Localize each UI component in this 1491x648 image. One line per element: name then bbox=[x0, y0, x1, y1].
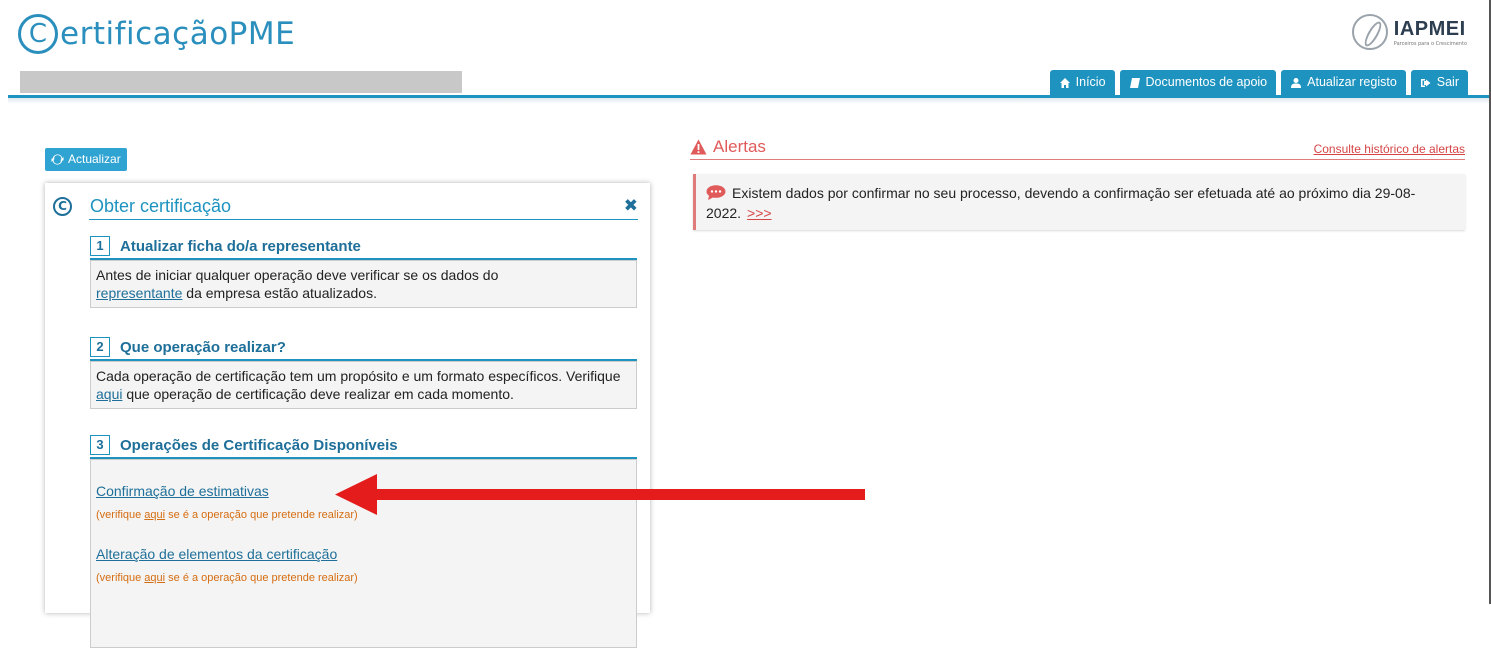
step-title: Operações de Certificação Disponíveis bbox=[120, 436, 398, 454]
user-icon bbox=[1291, 77, 1302, 88]
nav-sair-button[interactable]: Sair bbox=[1410, 70, 1468, 95]
warning-icon bbox=[690, 139, 707, 155]
step-3: 3 Operações de Certificação Disponíveis … bbox=[90, 433, 637, 648]
partner-logo: IAPMEI Parceiros para o Crescimento bbox=[1351, 14, 1467, 50]
nav-label: Atualizar registo bbox=[1307, 75, 1397, 89]
operation-item: Alteração de elementos da certificação (… bbox=[96, 545, 631, 587]
logo-c-mark: C bbox=[18, 14, 58, 54]
step-body: Cada operação de certificação tem um pro… bbox=[90, 361, 637, 409]
operation-note-aqui-link[interactable]: aqui bbox=[144, 509, 165, 521]
alerts-header: Alertas Consulte histórico de alertas bbox=[690, 137, 1465, 160]
alerts-title: Alertas bbox=[690, 137, 766, 157]
top-nav: Início Documentos de apoio Atualizar reg… bbox=[1049, 70, 1468, 95]
panel-header: C Obter certificação ✖ bbox=[53, 193, 638, 219]
operation-note-aqui-link[interactable]: aqui bbox=[144, 572, 165, 584]
representante-link[interactable]: representante bbox=[96, 285, 182, 301]
refresh-label: Actualizar bbox=[68, 152, 121, 166]
nav-label: Sair bbox=[1436, 75, 1459, 89]
user-info-bar bbox=[20, 71, 462, 93]
alert-item: Existem dados por confirmar no seu proce… bbox=[693, 174, 1465, 230]
step-header: 3 Operações de Certificação Disponíveis bbox=[90, 433, 637, 459]
alert-message: Existem dados por confirmar no seu proce… bbox=[706, 185, 1416, 221]
step-number: 1 bbox=[90, 236, 110, 256]
logo-text: ertificaçãoPME bbox=[60, 16, 295, 52]
copyright-icon: C bbox=[53, 196, 72, 216]
panel-title: Obter certificação bbox=[90, 195, 232, 216]
nav-atualizar-registo-button[interactable]: Atualizar registo bbox=[1281, 70, 1406, 95]
sign-out-icon bbox=[1420, 78, 1431, 87]
obter-certificacao-panel: C Obter certificação ✖ 1 Atualizar ficha… bbox=[45, 183, 650, 648]
nav-documentos-button[interactable]: Documentos de apoio bbox=[1119, 70, 1277, 95]
step-1: 1 Atualizar ficha do/a representante Ant… bbox=[90, 234, 637, 308]
operation-note: (verifique aqui se é a operação que pret… bbox=[96, 572, 358, 584]
alert-more-link[interactable]: >>> bbox=[747, 205, 772, 221]
alteracao-elementos-link[interactable]: Alteração de elementos da certificação bbox=[96, 546, 337, 562]
logo-prefix: ertificação bbox=[60, 16, 229, 52]
partner-logo-icon bbox=[1351, 14, 1388, 50]
nav-label: Documentos de apoio bbox=[1145, 75, 1268, 89]
step-2: 2 Que operação realizar? Cada operação d… bbox=[90, 335, 637, 409]
step-header: 1 Atualizar ficha do/a representante bbox=[90, 234, 637, 260]
close-icon[interactable]: ✖ bbox=[624, 196, 638, 216]
header-shadow bbox=[8, 98, 1489, 104]
nav-inicio-button[interactable]: Início bbox=[1049, 70, 1115, 95]
app-logo[interactable]: C ertificaçãoPME bbox=[18, 14, 295, 54]
book-icon bbox=[1129, 77, 1140, 88]
red-arrow-annotation bbox=[335, 474, 865, 515]
panel-title-underline bbox=[89, 219, 638, 220]
que-operacao-aqui-link[interactable]: aqui bbox=[96, 386, 122, 402]
step-body: Antes de iniciar qualquer operação deve … bbox=[90, 260, 637, 308]
step-number: 2 bbox=[90, 337, 110, 357]
refresh-button[interactable]: Actualizar bbox=[45, 148, 127, 171]
step-title: Atualizar ficha do/a representante bbox=[120, 237, 361, 255]
refresh-icon bbox=[51, 154, 64, 165]
home-icon bbox=[1059, 77, 1070, 88]
alerts-history-link[interactable]: Consulte histórico de alertas bbox=[1314, 142, 1465, 156]
comment-icon bbox=[706, 185, 726, 200]
partner-name: IAPMEI bbox=[1393, 17, 1466, 40]
partner-tagline: Parceiros para o Crescimento bbox=[1393, 40, 1467, 47]
confirmacao-estimativas-link[interactable]: Confirmação de estimativas bbox=[96, 483, 269, 499]
nav-label: Início bbox=[1075, 75, 1106, 89]
step-number: 3 bbox=[90, 435, 110, 455]
logo-suffix: PME bbox=[228, 16, 296, 52]
step-title: Que operação realizar? bbox=[120, 338, 286, 356]
step-header: 2 Que operação realizar? bbox=[90, 335, 637, 361]
